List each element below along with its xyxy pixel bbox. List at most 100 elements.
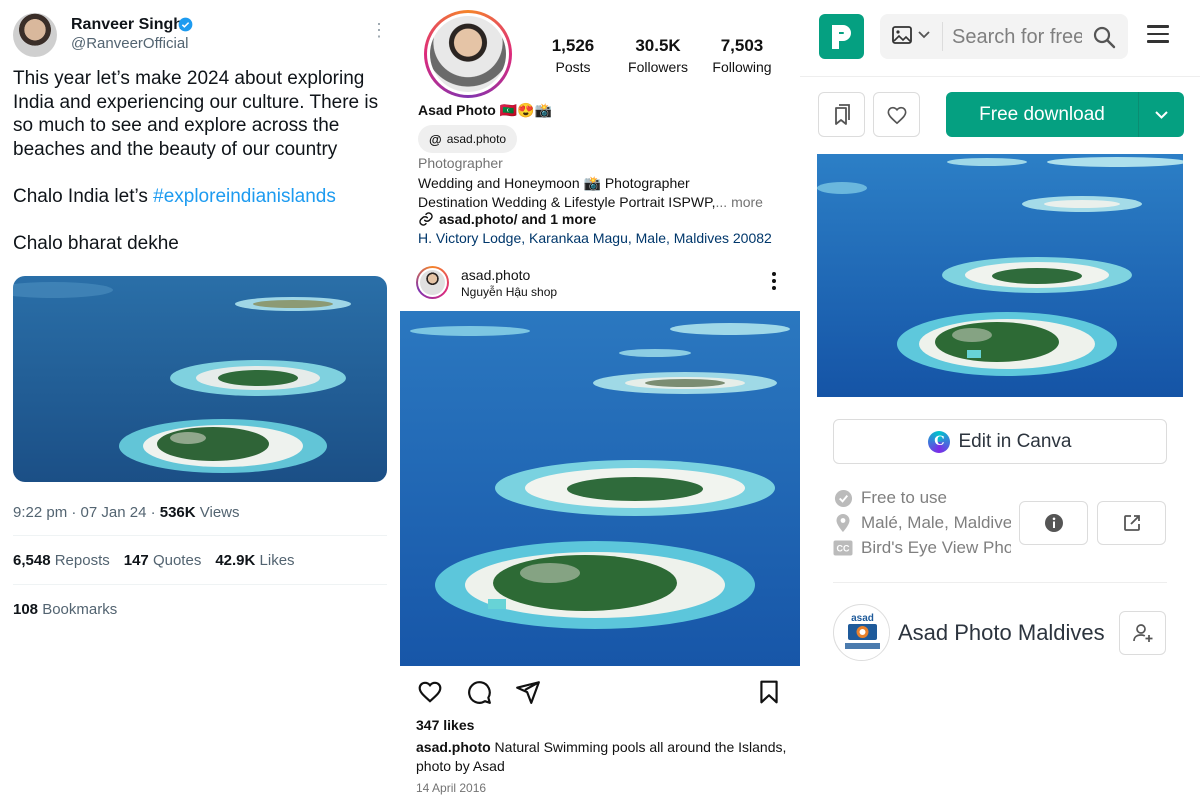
heart-icon[interactable]: [417, 679, 443, 705]
stat-posts[interactable]: 1,526 Posts: [528, 36, 618, 75]
share-icon[interactable]: [515, 679, 541, 705]
quotes-count: 147: [123, 552, 149, 569]
title-info: CC Bird's Eye View Photo: [833, 538, 1011, 558]
display-name[interactable]: Ranveer Singh: [71, 16, 183, 34]
comment-icon[interactable]: [466, 679, 492, 705]
instagram-panel: 1,526 Posts 30.5K Followers 7,503 Follow…: [400, 0, 800, 801]
user-handle[interactable]: @RanveerOfficial: [71, 35, 189, 52]
canva-icon: C: [928, 430, 951, 453]
tweet-paragraph: This year let’s make 2024 about explorin…: [13, 68, 379, 160]
reposts-stat[interactable]: 6,548 Reposts: [13, 552, 110, 569]
tweet-paragraph: Chalo bharat dekhe: [13, 233, 179, 255]
post-image[interactable]: [400, 311, 800, 666]
quotes-label: Quotes: [152, 552, 202, 569]
like-button[interactable]: [873, 92, 920, 137]
post-actions-bar: [400, 679, 800, 705]
verified-badge-icon: [178, 17, 193, 32]
search-input[interactable]: [952, 24, 1082, 50]
pexels-logo[interactable]: [819, 14, 864, 59]
likes-stat[interactable]: 42.9K Likes: [215, 552, 294, 569]
hashtag-link[interactable]: #exploreindianislands: [153, 186, 336, 207]
stat-value: 1,526: [551, 36, 595, 55]
threads-icon: @: [429, 131, 442, 147]
stat-following[interactable]: 7,503 Following: [697, 36, 787, 75]
bookmarks-stat[interactable]: 108 Bookmarks: [13, 601, 117, 618]
license-info[interactable]: Free to use: [833, 488, 1011, 508]
threads-handle: asad.photo: [446, 132, 507, 146]
tweet-text-segment: Chalo India let’s: [13, 185, 154, 207]
divider: [13, 535, 387, 536]
heart-icon: [887, 106, 906, 124]
chevron-down-icon: [1155, 110, 1168, 119]
profile-bio: Wedding and Honeymoon 📸 Photographer Des…: [418, 174, 790, 211]
bookmarks-count: 108: [13, 601, 39, 618]
edit-in-canva-button[interactable]: C Edit in Canva: [833, 419, 1167, 464]
search-type-dropdown[interactable]: [892, 26, 930, 44]
location-pin-icon: [833, 513, 853, 533]
info-text: Free to use: [861, 488, 947, 507]
stat-label: Following: [712, 59, 772, 75]
post-author-avatar[interactable]: [416, 266, 449, 299]
profile-avatar[interactable]: [13, 13, 57, 57]
bio-more-link[interactable]: ... more: [716, 194, 763, 210]
info-icon: [1044, 514, 1063, 532]
profile-name: Asad Photo 🇲🇻😍📸: [418, 102, 552, 118]
image-icon: [892, 26, 912, 44]
stat-label: Posts: [555, 59, 591, 75]
download-options-button[interactable]: [1139, 110, 1184, 119]
stat-followers[interactable]: 30.5K Followers: [613, 36, 703, 75]
post-username[interactable]: asad.photo: [461, 267, 530, 283]
profile-link[interactable]: asad.photo/ and 1 more: [418, 211, 596, 227]
collection-icon: [834, 103, 850, 125]
share-button[interactable]: [1097, 501, 1166, 545]
cc-icon: CC: [833, 538, 853, 558]
profile-avatar[interactable]: [424, 10, 512, 98]
more-options-icon[interactable]: [764, 270, 784, 292]
bio-line: Wedding and Honeymoon 📸 Photographer: [418, 175, 690, 191]
photo-preview[interactable]: [817, 154, 1183, 397]
profile-link-text: asad.photo/ and 1 more: [439, 211, 597, 227]
header-divider: [800, 76, 1200, 77]
caption-username[interactable]: asad.photo: [416, 739, 491, 755]
svg-text:CC: CC: [837, 544, 850, 554]
search-separator: [942, 22, 943, 51]
bookmark-icon[interactable]: [756, 679, 782, 705]
collect-button[interactable]: [818, 92, 865, 137]
hamburger-menu-icon[interactable]: [1147, 25, 1171, 45]
tweet-time[interactable]: 9:22 pm · 07 Jan 24 ·: [13, 504, 160, 521]
likes-count: 42.9K: [215, 552, 256, 569]
more-options-icon[interactable]: ⋮: [370, 20, 388, 40]
author-name[interactable]: Asad Photo Maldives: [898, 620, 1105, 646]
tweet-paragraph: Chalo India let’s #exploreindianislands: [13, 185, 385, 209]
stat-value: 30.5K: [635, 36, 681, 55]
author-avatar[interactable]: asad: [833, 604, 890, 661]
likes-count[interactable]: 347 likes: [416, 717, 474, 733]
post-location[interactable]: Nguyễn Hậu shop: [461, 285, 557, 299]
reposts-count: 6,548: [13, 552, 51, 569]
info-text: Malé, Male, Maldives: [861, 513, 1011, 532]
pexels-logo-icon: [831, 24, 851, 49]
tweet-text: This year let’s make 2024 about explorin…: [13, 67, 385, 279]
quotes-stat[interactable]: 147 Quotes: [124, 552, 202, 569]
bio-line-wrap: Destination Wedding & Lifestyle Portrait…: [418, 193, 790, 212]
profile-category: Photographer: [418, 155, 503, 171]
likes-label: Likes: [259, 552, 295, 569]
location-info[interactable]: Malé, Male, Maldives: [833, 513, 1011, 533]
threads-badge[interactable]: @ asad.photo: [418, 125, 518, 153]
more-info-button[interactable]: [1019, 501, 1088, 545]
post-caption: asad.photo Natural Swimming pools all ar…: [416, 738, 788, 776]
profile-address[interactable]: H. Victory Lodge, Karankaa Magu, Male, M…: [418, 230, 772, 246]
free-download-button[interactable]: Free download: [946, 92, 1184, 137]
link-icon: [419, 212, 433, 226]
views-label: Views: [195, 504, 240, 521]
section-divider: [833, 582, 1167, 583]
share-icon: [1123, 515, 1140, 531]
canva-label: Edit in Canva: [958, 430, 1072, 452]
info-text: Bird's Eye View Photo: [861, 538, 1011, 557]
bookmarks-label: Bookmarks: [42, 601, 118, 618]
follow-button[interactable]: [1119, 611, 1166, 655]
reposts-label: Reposts: [54, 552, 110, 569]
tweet-media-image[interactable]: [13, 276, 387, 482]
search-icon[interactable]: [1092, 25, 1116, 49]
search-bar: [880, 14, 1128, 59]
